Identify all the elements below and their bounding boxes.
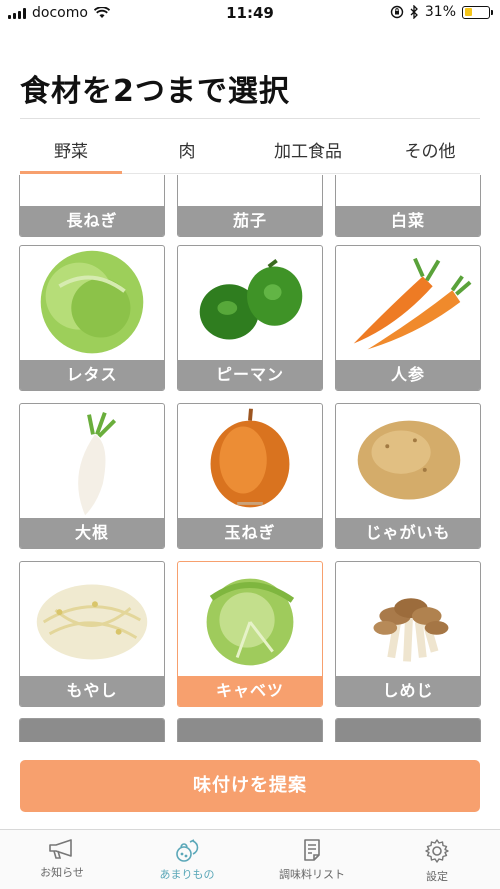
ingredient-label: 茄子 bbox=[178, 206, 322, 236]
ingredient-image bbox=[40, 250, 144, 354]
ingredient-card[interactable]: じゃがいも bbox=[335, 403, 481, 549]
ingredient-label: 人参 bbox=[336, 360, 480, 390]
nav-item-leftovers[interactable]: あまりもの bbox=[132, 838, 242, 882]
ingredient-image bbox=[178, 175, 322, 208]
tab-indicator bbox=[20, 171, 122, 174]
ingredient-card-partial[interactable] bbox=[335, 718, 481, 742]
ingredient-image bbox=[353, 257, 472, 350]
ingredient-grid[interactable]: 長ねぎ 茄子 白菜レタス ピーマン 人参大根 玉ねぎ じゃがいももやし キャベツ しめじ bbox=[0, 175, 500, 742]
megaphone-icon bbox=[49, 839, 72, 859]
ingredient-image bbox=[78, 412, 117, 516]
battery-percent: 31% bbox=[424, 4, 456, 20]
battery-level bbox=[464, 8, 472, 16]
nav-label-leftovers: あまりもの bbox=[159, 868, 215, 881]
status-bar: docomo 11:49 31% bbox=[0, 0, 500, 28]
ingredient-image bbox=[36, 584, 148, 660]
ingredient-card[interactable]: キャベツ bbox=[177, 561, 323, 707]
ingredient-label: ピーマン bbox=[178, 360, 322, 390]
ingredient-card-partial[interactable] bbox=[177, 718, 323, 742]
ingredient-label: 白菜 bbox=[336, 206, 480, 236]
ingredient-image bbox=[199, 259, 303, 340]
ingredient-label: レタス bbox=[20, 360, 164, 390]
page-title: 食材を2つまで選択 bbox=[20, 74, 290, 109]
orientation-lock-icon bbox=[390, 5, 404, 19]
tab-meat[interactable]: 肉 bbox=[132, 137, 242, 162]
leftover-food-icon bbox=[176, 839, 199, 862]
ingredient-label: もやし bbox=[20, 676, 164, 706]
ingredient-card[interactable]: 白菜 bbox=[335, 175, 481, 237]
ingredient-image bbox=[210, 408, 290, 508]
battery-icon bbox=[462, 5, 493, 19]
category-tabs: 野菜 肉 加工食品 その他 bbox=[20, 118, 480, 174]
status-right: 31% bbox=[390, 4, 493, 20]
ingredient-label: 長ねぎ bbox=[20, 206, 164, 236]
nav-label-news: お知らせ bbox=[40, 866, 84, 879]
ingredient-card[interactable]: 玉ねぎ bbox=[177, 403, 323, 549]
ingredient-label: 玉ねぎ bbox=[178, 518, 322, 548]
gear-icon bbox=[425, 839, 449, 863]
ingredient-card[interactable]: しめじ bbox=[335, 561, 481, 707]
ingredient-label: キャベツ bbox=[178, 676, 322, 706]
ingredient-label: しめじ bbox=[336, 676, 480, 706]
ingredient-card-partial[interactable] bbox=[19, 718, 165, 742]
nav-item-settings[interactable]: 設定 bbox=[382, 838, 492, 884]
tab-other[interactable]: その他 bbox=[380, 137, 480, 162]
ingredient-card[interactable]: 長ねぎ bbox=[19, 175, 165, 237]
nav-label-seasoning-list: 調味料リスト bbox=[279, 868, 345, 881]
ingredient-image bbox=[373, 598, 449, 662]
ingredient-card[interactable]: もやし bbox=[19, 561, 165, 707]
ingredient-card[interactable]: レタス bbox=[19, 245, 165, 391]
ingredient-image bbox=[20, 175, 164, 208]
ingredient-label: 大根 bbox=[20, 518, 164, 548]
bluetooth-icon bbox=[410, 5, 418, 19]
list-icon bbox=[304, 839, 320, 861]
ingredient-card[interactable]: 茄子 bbox=[177, 175, 323, 237]
nav-item-news[interactable]: お知らせ bbox=[7, 838, 117, 880]
ingredient-card[interactable]: ピーマン bbox=[177, 245, 323, 391]
nav-label-settings: 設定 bbox=[426, 870, 448, 883]
ingredient-label: じゃがいも bbox=[336, 518, 480, 548]
tab-vegetables[interactable]: 野菜 bbox=[20, 137, 122, 162]
ingredient-image bbox=[336, 175, 480, 208]
suggest-seasoning-button[interactable]: 味付けを提案 bbox=[20, 760, 480, 812]
ingredient-image bbox=[357, 420, 461, 500]
bottom-nav: お知らせ あまりもの 調味料リスト 設定 bbox=[0, 829, 500, 889]
nav-item-seasoning-list[interactable]: 調味料リスト bbox=[257, 838, 367, 882]
ingredient-image bbox=[206, 578, 295, 666]
ingredient-card[interactable]: 大根 bbox=[19, 403, 165, 549]
ingredient-card[interactable]: 人参 bbox=[335, 245, 481, 391]
tab-processed-food[interactable]: 加工食品 bbox=[256, 137, 360, 162]
